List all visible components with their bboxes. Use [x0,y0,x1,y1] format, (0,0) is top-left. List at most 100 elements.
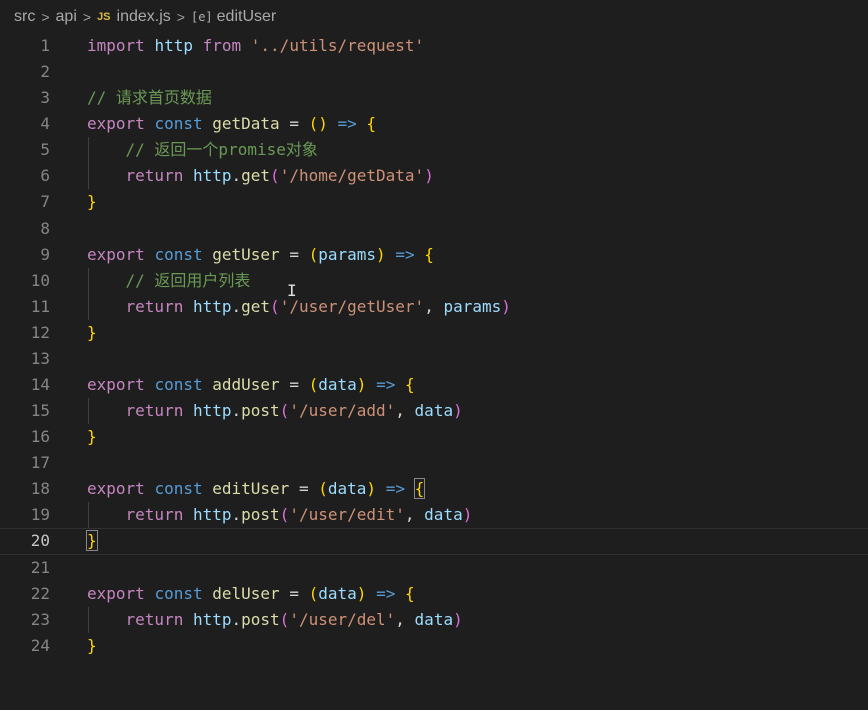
chevron-right-icon: > [82,9,92,25]
code-text: export const editUser = (data) => { [87,476,426,502]
breadcrumb: src > api > JS index.js > [e] editUser [0,0,868,34]
code-line[interactable]: 1 import http from '../utils/request' [0,33,868,59]
code-token: . [231,166,242,186]
code-text: export const getUser = (params) => { [87,242,434,268]
code-line[interactable]: 17 [0,450,868,476]
code-token: { [366,114,377,134]
code-token: export [87,479,145,499]
code-line[interactable]: 3 // 请求首页数据 [0,85,868,111]
code-token: addUser [212,375,280,395]
code-token: ) [356,375,367,395]
code-line[interactable]: 16} [0,424,868,450]
code-line[interactable]: 22 export const delUser = (data) => { [0,581,868,607]
text-cursor-icon: I [287,281,297,300]
code-line[interactable]: 9 export const getUser = (params) => { [0,242,868,268]
code-text: import http from '../utils/request' [87,33,424,59]
code-line[interactable]: 12} [0,320,868,346]
code-token: return [125,505,184,525]
code-token: http [192,296,232,316]
code-line[interactable]: 20} [0,528,868,554]
code-token: => [385,479,405,499]
code-token: post [241,505,280,525]
code-text: } [87,633,97,659]
code-token: return [125,296,184,316]
code-line[interactable]: 21 [0,555,868,581]
code-line[interactable]: 10 // 返回用户列表 [0,267,868,294]
line-number: 21 [30,557,50,577]
code-text: return http.get('/home/getData') [87,163,434,189]
code-line[interactable]: 24} [0,633,868,659]
code-text: } [87,424,97,450]
line-number: 8 [40,218,50,238]
code-token: . [231,296,242,316]
code-token: , [395,609,415,629]
line-number: 15 [30,401,50,421]
breadcrumb-item-index-js[interactable]: JS index.js [97,8,171,26]
code-line[interactable]: 7} [0,189,868,215]
code-line[interactable]: 8 [0,216,868,242]
code-editor[interactable]: 1 import http from '../utils/request' 2 3//… [0,33,868,659]
code-line[interactable]: 13 [0,346,868,372]
code-token: http [192,609,232,629]
breadcrumb-item-src[interactable]: src [14,8,35,26]
code-line[interactable]: 23 return http.post('/user/del', data) [0,606,868,633]
symbol-variable-icon: [e] [190,10,213,24]
code-line[interactable]: 5 // 返回一个promise对象 [0,137,868,164]
code-line[interactable]: 18 export const editUser = (data) => { [0,476,868,502]
code-line[interactable]: 15 return http.post('/user/add', data) [0,398,868,425]
code-token: ( [308,244,319,264]
code-token: , [424,296,444,316]
chevron-right-icon: > [176,9,185,25]
js-file-icon: JS [97,11,111,23]
code-token: params [443,296,502,316]
code-token: ) [356,583,367,603]
breadcrumb-label: index.js [116,8,171,25]
code-token: . [231,505,242,525]
code-line[interactable]: 19 return http.post('/user/edit', data) [0,502,868,529]
breadcrumb-item-edituser[interactable]: [e] editUser [191,8,276,26]
code-token: = [289,114,299,134]
line-number: 20 [30,531,50,551]
code-token: } [87,322,97,342]
line-number: 3 [40,88,50,108]
code-token: { [404,375,415,395]
line-number: 9 [40,244,50,264]
breadcrumb-label: api [55,8,77,25]
breadcrumb-item-api[interactable]: api [56,8,77,26]
code-token: return [125,401,184,421]
code-token: '/user/getUser' [279,296,425,316]
code-token: ) [366,479,377,499]
code-text: } [86,528,98,554]
line-number: 19 [30,505,50,525]
code-line[interactable]: 6 return http.get('/home/getData') [0,163,868,190]
code-line[interactable]: 11 return http.get('/user/getUser', para… [0,293,868,320]
line-number: 5 [40,140,50,160]
code-token: post [241,401,280,421]
code-token: ( [308,375,319,395]
code-token: export [87,244,145,264]
code-token: = [298,479,309,499]
code-token: ( [308,583,319,603]
code-token: ) [501,296,511,316]
code-line[interactable]: 14 export const addUser = (data) => { [0,372,868,398]
code-token: '/user/edit' [289,505,405,525]
code-line[interactable]: 2 [0,59,868,85]
code-line[interactable]: 4 export const getData = () => { [0,111,868,137]
code-text: // 返回一个promise对象 [87,137,318,163]
